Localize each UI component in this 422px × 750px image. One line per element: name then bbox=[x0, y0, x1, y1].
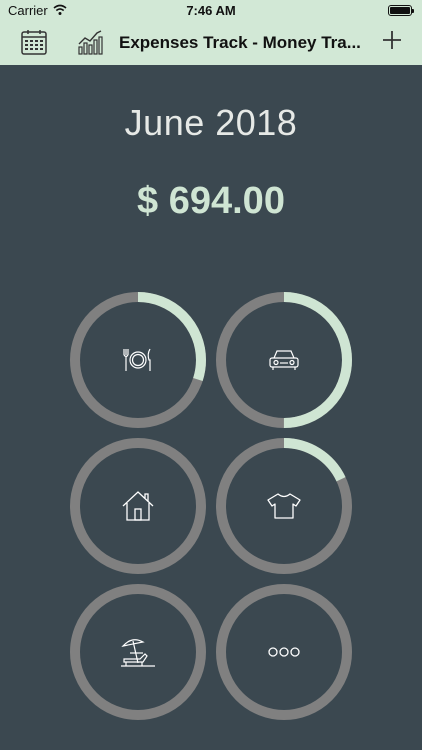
add-icon[interactable] bbox=[381, 29, 403, 51]
house-icon bbox=[122, 491, 154, 521]
category-ring-dining[interactable] bbox=[69, 291, 207, 429]
beach-icon bbox=[121, 639, 155, 667]
dining-icon bbox=[123, 348, 151, 371]
status-time: 7:46 AM bbox=[186, 3, 236, 18]
month-label[interactable]: June 2018 bbox=[0, 102, 422, 144]
chart-icon[interactable] bbox=[76, 28, 104, 56]
header-bar: Carrier 7:46 AM Expenses Track - Money T… bbox=[0, 0, 422, 65]
battery-icon bbox=[388, 5, 414, 16]
status-bar: Carrier 7:46 AM bbox=[0, 0, 422, 22]
car-icon bbox=[269, 350, 299, 370]
category-ring-home[interactable] bbox=[69, 437, 207, 575]
calendar-icon[interactable] bbox=[20, 28, 48, 56]
more-icon bbox=[268, 647, 300, 657]
category-ring-car[interactable] bbox=[215, 291, 353, 429]
app-title: Expenses Track - Money Tra... bbox=[119, 33, 361, 52]
total-amount: $ 694.00 bbox=[137, 180, 285, 222]
tshirt-icon bbox=[267, 493, 301, 519]
category-ring-clothing[interactable] bbox=[215, 437, 353, 575]
category-ring-vacation[interactable] bbox=[69, 583, 207, 721]
category-ring-more[interactable] bbox=[215, 583, 353, 721]
